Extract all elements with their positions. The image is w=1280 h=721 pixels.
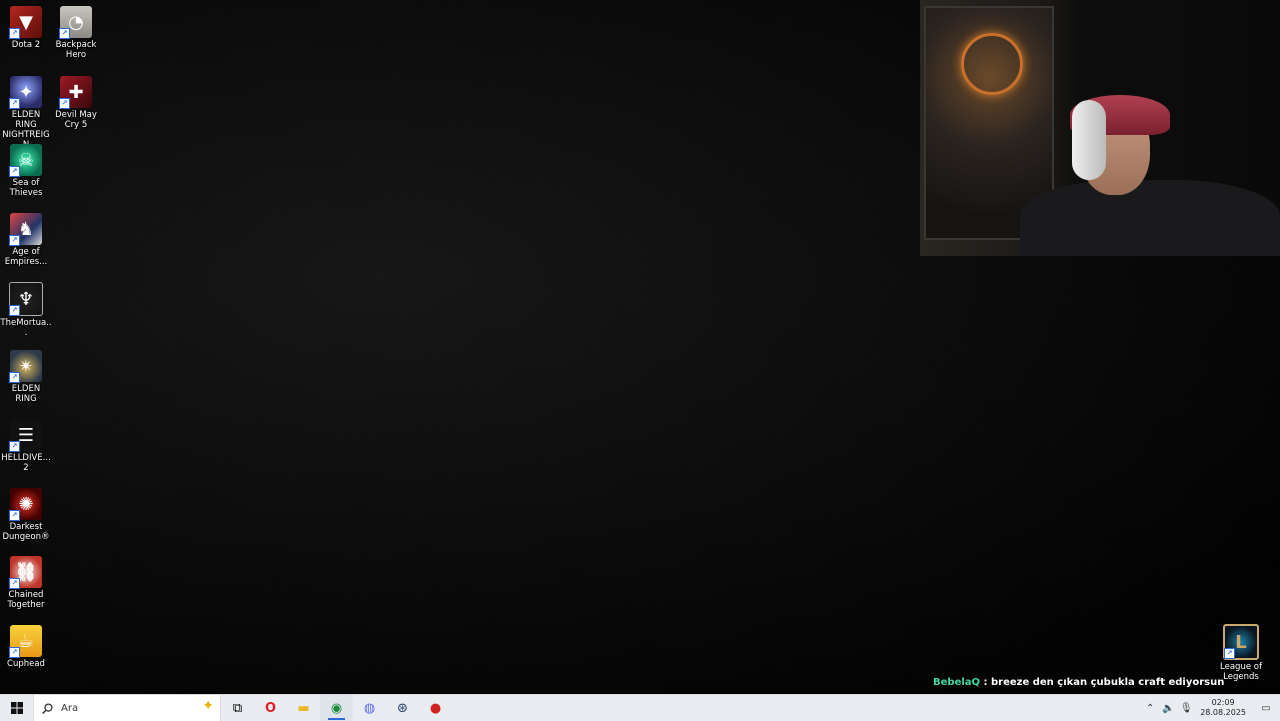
taskbar: Ara ✦ ⧉ O ▬ ◉ ◍ ⊛ ● ⌃ 🔈 🎙 02:09 28.08.20… [0, 694, 1280, 721]
taskbar-search[interactable]: Ara ✦ [33, 695, 221, 721]
helldivers-icon: ☰ ↗ [9, 419, 42, 452]
notification-icon[interactable]: ▭ [1258, 703, 1274, 714]
task-view-icon: ⧉ [232, 700, 243, 716]
chat-message: BebelaQ : breeze den çıkan çubukla craft… [933, 677, 1224, 688]
chat-text: breeze den çıkan çubukla craft ediyorsun [991, 677, 1225, 688]
desktop-icon-label: Sea of Thieves [9, 178, 43, 198]
desktop-icon-devil-may-cry-5[interactable]: ✚ ↗ Devil May Cry 5 [50, 76, 102, 130]
discord-icon: ◍ [363, 700, 376, 716]
windows-icon [10, 702, 23, 714]
desktop-icon-chained-together[interactable]: ⛓ ↗ Chained Together [0, 556, 52, 610]
devil-may-cry-icon: ✚ ↗ [59, 76, 92, 109]
desktop-icon-helldivers-2[interactable]: ☰ ↗ HELLDIVE... 2 [0, 419, 52, 473]
desktop-icon-age-of-empires[interactable]: ♞ ↗ Age of Empires... [0, 213, 52, 267]
system-tray: ⌃ 🔈 🎙 02:09 28.08.2025 ▭ [1142, 695, 1280, 721]
clock-time: 02:09 [1211, 698, 1235, 707]
streamer-headset [1072, 100, 1106, 180]
taskbar-opera[interactable]: O [254, 695, 287, 721]
chrome-icon: ◉ [330, 700, 343, 716]
desktop-icon-label: Darkest Dungeon® [2, 522, 50, 542]
desktop-icon-backpack-hero[interactable]: ◔ ↗ Backpack Hero [50, 6, 102, 60]
obs-icon: ● [429, 700, 442, 716]
taskbar-task-view[interactable]: ⧉ [221, 695, 254, 721]
clock[interactable]: 02:09 28.08.2025 [1200, 698, 1246, 718]
elden-ring-icon: ✴ ↗ [9, 350, 42, 383]
desktop-icon-dota2[interactable]: ▼ ↗ Dota 2 [0, 6, 52, 50]
sparkle-icon: ✦ [202, 698, 214, 714]
desktop-icon-label: Age of Empires... [4, 247, 48, 267]
desktop-icon-label: Chained Together [7, 590, 45, 610]
taskbar-discord[interactable]: ◍ [353, 695, 386, 721]
search-icon [42, 702, 53, 714]
taskbar-chrome[interactable]: ◉ [320, 695, 353, 721]
steam-icon: ⊛ [397, 700, 408, 716]
taskbar-file-explorer[interactable]: ▬ [287, 695, 320, 721]
backpack-hero-icon: ◔ ↗ [59, 6, 92, 39]
age-of-empires-icon: ♞ ↗ [9, 213, 42, 246]
darkest-dungeon-icon: ✺ ↗ [9, 488, 42, 521]
chained-together-icon: ⛓ ↗ [9, 556, 42, 589]
streamer-body [1020, 180, 1280, 256]
chevron-up-icon[interactable]: ⌃ [1142, 703, 1158, 714]
chat-username: BebelaQ [933, 677, 981, 688]
clock-date: 28.08.2025 [1200, 708, 1246, 717]
dota2-icon: ▼ ↗ [9, 6, 42, 39]
elden-ring-nightreign-icon: ✦ ↗ [9, 76, 42, 109]
the-mortuary-icon: ♆ ↗ [9, 282, 43, 316]
desktop-icon-darkest-dungeon[interactable]: ✺ ↗ Darkest Dungeon® [0, 488, 52, 542]
desktop-icon-the-mortuary[interactable]: ♆ ↗ TheMortua... [0, 282, 52, 338]
taskbar-obs[interactable]: ● [419, 695, 452, 721]
taskbar-steam[interactable]: ⊛ [386, 695, 419, 721]
desktop: ▼ ↗ Dota 2 ◔ ↗ Backpack Hero ✦ ↗ ELDEN RING… [0, 0, 1280, 694]
webcam-overlay [920, 0, 1280, 256]
desktop-icon-league-of-legends[interactable]: L ↗ League of Legends [1215, 624, 1267, 682]
chat-separator: : [980, 677, 991, 688]
desktop-icon-label: Devil May Cry 5 [55, 110, 97, 130]
folder-icon: ▬ [297, 700, 310, 716]
desktop-icon-elden-ring-nightreign[interactable]: ✦↗ ELDEN RING NIGHTREIGN [0, 76, 52, 150]
search-placeholder: Ara [61, 702, 79, 714]
desktop-icon-label: HELLDIVE... 2 [1, 453, 51, 473]
desktop-icon-sea-of-thieves[interactable]: ☠ ↗ Sea of Thieves [0, 144, 52, 198]
microphone-icon[interactable]: 🎙 [1178, 703, 1194, 714]
league-of-legends-icon: L ↗ [1223, 624, 1259, 660]
desktop-icon-label: ELDEN RING [11, 384, 41, 404]
speaker-icon[interactable]: 🔈 [1160, 703, 1176, 714]
desktop-icon-label: TheMortua... [0, 318, 52, 338]
desktop-icon-label: Cuphead [7, 659, 45, 669]
desktop-icon-cuphead[interactable]: ☕ ↗ Cuphead [0, 625, 52, 669]
desktop-icon-elden-ring[interactable]: ✴ ↗ ELDEN RING [0, 350, 52, 404]
cuphead-icon: ☕ ↗ [9, 625, 42, 658]
start-button[interactable] [0, 695, 33, 721]
desktop-icon-label: Dota 2 [11, 40, 41, 50]
opera-icon: O [264, 700, 277, 716]
sea-of-thieves-icon: ☠ ↗ [9, 144, 42, 177]
desktop-icon-label: Backpack Hero [55, 40, 97, 60]
